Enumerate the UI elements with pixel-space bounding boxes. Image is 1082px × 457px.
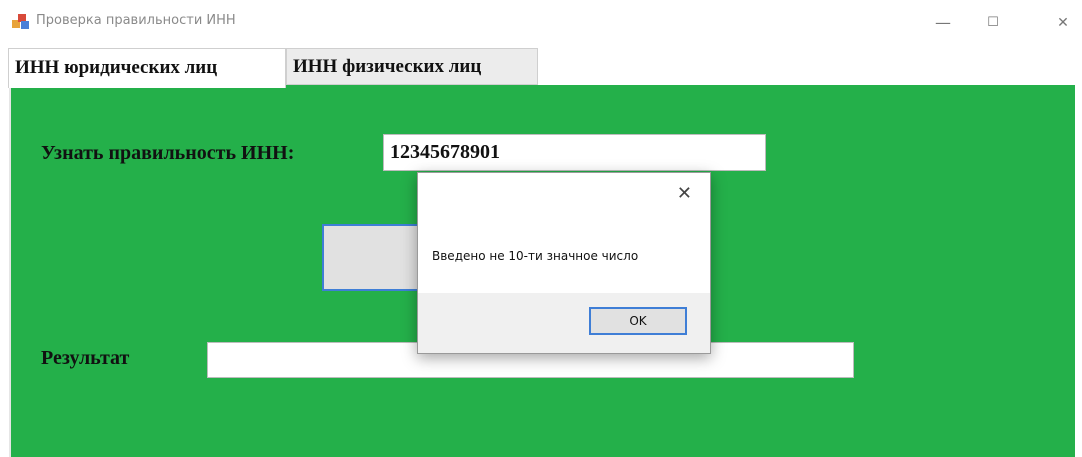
tab-individuals[interactable]: ИНН физических лиц xyxy=(286,48,538,85)
window-title: Проверка правильности ИНН xyxy=(36,13,236,28)
dialog-message: Введено не 10-ти значное число xyxy=(432,249,639,263)
minimize-button[interactable]: — xyxy=(920,8,966,38)
title-bar: Проверка правильности ИНН — ☐ ✕ xyxy=(0,0,1082,44)
inn-label: Узнать правильность ИНН: xyxy=(41,142,295,164)
message-box: ✕ Введено не 10-ти значное число OK xyxy=(417,172,711,354)
close-window-button[interactable]: ✕ xyxy=(1040,8,1082,38)
maximize-button[interactable]: ☐ xyxy=(970,8,1016,38)
app-window-icon xyxy=(12,14,29,29)
tab-legal-entities[interactable]: ИНН юридических лиц xyxy=(8,48,286,88)
dialog-close-icon[interactable]: ✕ xyxy=(677,183,692,204)
inn-input[interactable]: 12345678901 xyxy=(383,134,766,171)
tab-strip: ИНН юридических лиц xyxy=(0,44,1082,88)
ok-button[interactable]: OK xyxy=(589,307,687,335)
result-label: Результат xyxy=(41,347,130,369)
dialog-footer: OK xyxy=(418,293,710,353)
